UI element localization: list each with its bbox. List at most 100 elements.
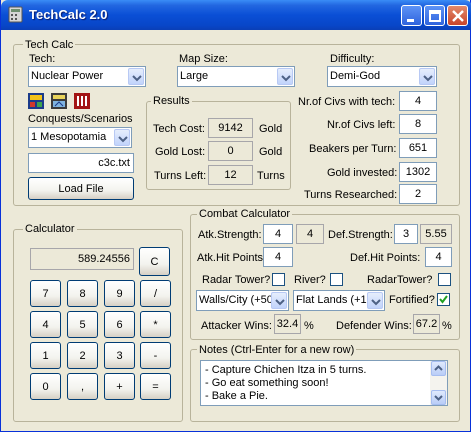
terrain-select[interactable]: Flat Lands (+10 — [293, 290, 385, 311]
gold-lost-unit: Gold — [259, 146, 283, 158]
notes-textarea[interactable]: - Capture Chichen Itza in 5 turns. - Go … — [200, 360, 448, 406]
notes-label: Notes (Ctrl-Enter for a new row) — [197, 344, 357, 356]
calc-key-button[interactable]: - — [140, 342, 171, 369]
atk-strength-input[interactable]: 4 — [263, 224, 293, 244]
radar-tower2-checkbox[interactable] — [438, 273, 451, 286]
def-strength-input[interactable]: 3 — [394, 224, 418, 244]
notes-line: - Bake a Pie. — [205, 390, 268, 402]
civ-icon-3[interactable] — [74, 93, 90, 109]
calculator-label: Calculator — [23, 223, 77, 235]
minimize-button[interactable] — [401, 5, 422, 26]
notes-scrollbar[interactable] — [430, 361, 447, 405]
tech-label: Tech: — [29, 53, 56, 65]
fortified-label: Fortified? — [389, 294, 435, 306]
app-icon — [8, 6, 23, 23]
calc-key-button[interactable]: * — [140, 311, 171, 338]
def-hp-label: Def.Hit Points: — [350, 252, 421, 264]
defender-wins-percent: % — [442, 320, 452, 332]
minimize-icon — [407, 19, 414, 22]
turns-researched-label: Turns Researched: — [304, 189, 398, 201]
dropdown-arrow-icon — [128, 68, 144, 85]
dropdown-arrow-icon — [114, 129, 130, 146]
civs-left-label: Nr.of Civs left: — [327, 119, 396, 131]
calc-key-button[interactable]: / — [140, 280, 171, 307]
file-input[interactable]: c3c.txt — [28, 153, 134, 173]
calc-key-button[interactable]: 5 — [67, 311, 98, 338]
calc-key-button[interactable]: 4 — [30, 311, 61, 338]
radar-tower2-label: RadarTower? — [367, 274, 433, 286]
tech-cost-label: Tech Cost: — [153, 123, 205, 135]
defender-wins-label: Defender Wins: — [336, 320, 412, 332]
tech-calc-group-label: Tech Calc — [23, 39, 76, 51]
civs-left-input[interactable]: 8 — [399, 114, 437, 134]
notes-line: - Capture Chichen Itza in 5 turns. — [205, 364, 367, 376]
combat-label: Combat Calculator — [197, 208, 293, 220]
maximize-button[interactable] — [424, 5, 445, 26]
load-file-button[interactable]: Load File — [28, 177, 134, 200]
def-strength-label: Def.Strength: — [328, 229, 393, 241]
radar-tower-label: Radar Tower? — [202, 274, 271, 286]
window-title: TechCalc 2.0 — [29, 7, 108, 22]
dropdown-arrow-icon — [367, 292, 383, 309]
atk-strength-total: 4 — [296, 224, 324, 244]
chevron-down-icon — [434, 395, 443, 401]
close-button[interactable] — [447, 5, 468, 26]
title-bar[interactable]: TechCalc 2.0 — [1, 0, 471, 30]
calc-key-button[interactable]: 0 — [30, 373, 61, 400]
atk-hp-input[interactable]: 4 — [263, 247, 293, 267]
clear-button[interactable]: C — [139, 247, 170, 276]
results-label: Results — [151, 95, 192, 107]
gold-invested-label: Gold invested: — [327, 167, 398, 179]
calc-key-button[interactable]: 7 — [30, 280, 61, 307]
tech-select[interactable]: Nuclear Power — [28, 66, 146, 87]
tech-cost-unit: Gold — [259, 123, 283, 135]
scroll-down-button[interactable] — [431, 390, 446, 405]
calc-key-button[interactable]: 3 — [104, 342, 135, 369]
turns-researched-input[interactable]: 2 — [399, 184, 437, 204]
attacker-wins-value: 32.4 — [274, 314, 301, 334]
river-label: River? — [294, 274, 326, 286]
gold-invested-input[interactable]: 1302 — [399, 162, 437, 182]
calculator-display: 589.24556 — [30, 248, 134, 270]
gold-lost-value: 0 — [208, 141, 253, 161]
river-checkbox[interactable] — [330, 273, 343, 286]
turns-left-value: 12 — [208, 165, 253, 185]
atk-strength-label: Atk.Strength: — [198, 229, 262, 241]
scenario-select[interactable]: 1 Mesopotamia — [28, 127, 132, 148]
civ-icon-2[interactable] — [51, 93, 67, 109]
fortified-checkbox[interactable] — [437, 293, 450, 306]
civs-with-tech-input[interactable]: 4 — [399, 91, 437, 111]
attacker-wins-label: Attacker Wins: — [201, 320, 272, 332]
difficulty-label: Difficulty: — [330, 53, 375, 65]
conquests-label: Conquests/Scenarios — [28, 113, 133, 125]
defender-wins-value: 67.2 — [413, 314, 440, 334]
calc-key-button[interactable]: 2 — [67, 342, 98, 369]
def-hp-input[interactable]: 4 — [425, 247, 452, 267]
close-icon — [452, 10, 464, 22]
calc-key-button[interactable]: 8 — [67, 280, 98, 307]
map-size-select[interactable]: Large — [177, 66, 295, 87]
civs-with-tech-label: Nr.of Civs with tech: — [298, 96, 396, 108]
notes-line: - Go eat something soon! — [205, 377, 329, 389]
calc-key-button[interactable]: + — [104, 373, 135, 400]
tech-cost-value: 9142 — [208, 118, 253, 138]
attacker-wins-percent: % — [304, 320, 314, 332]
map-size-label: Map Size: — [179, 53, 228, 65]
maximize-icon — [429, 10, 441, 22]
calc-key-button[interactable]: = — [140, 373, 171, 400]
turns-left-label: Turns Left: — [154, 170, 207, 182]
civ-icon-1[interactable] — [28, 93, 44, 109]
calc-key-button[interactable]: 9 — [104, 280, 135, 307]
calc-key-button[interactable]: , — [67, 373, 98, 400]
beakers-label: Beakers per Turn: — [309, 143, 397, 155]
atk-hp-label: Atk.Hit Points: — [197, 252, 267, 264]
calc-key-button[interactable]: 1 — [30, 342, 61, 369]
beakers-input[interactable]: 651 — [399, 138, 437, 158]
dropdown-arrow-icon — [271, 292, 287, 309]
calc-key-button[interactable]: 6 — [104, 311, 135, 338]
difficulty-select[interactable]: Demi-God — [327, 66, 437, 87]
def-strength-total: 5.55 — [420, 224, 452, 244]
walls-select[interactable]: Walls/City (+50 — [196, 290, 289, 311]
scroll-up-button[interactable] — [431, 361, 446, 376]
radar-tower-checkbox[interactable] — [272, 273, 285, 286]
